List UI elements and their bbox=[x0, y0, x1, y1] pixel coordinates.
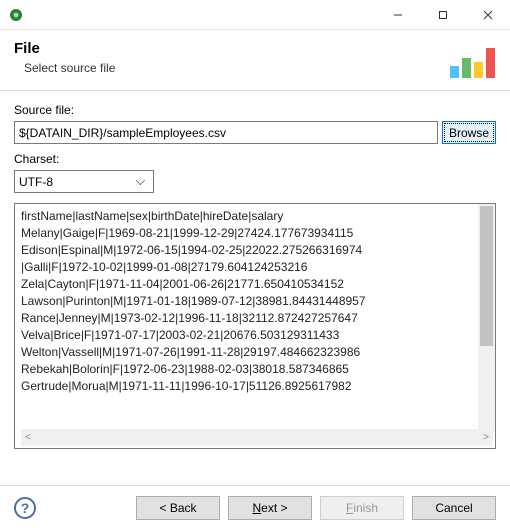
preview-line: Melany|Gaige|F|1969-08-21|1999-12-29|274… bbox=[21, 225, 493, 242]
close-button[interactable] bbox=[465, 0, 510, 29]
preview-line: Velva|Brice|F|1971-07-17|2003-02-21|2067… bbox=[21, 327, 493, 344]
source-file-label: Source file: bbox=[14, 103, 496, 117]
back-button[interactable]: < Back bbox=[136, 496, 220, 520]
preview-line: Gertrude|Morua|M|1971-11-11|1996-10-17|5… bbox=[21, 378, 493, 395]
preview-line: Edison|Espinal|M|1972-06-15|1994-02-25|2… bbox=[21, 242, 493, 259]
next-button[interactable]: Next > bbox=[228, 496, 312, 520]
wizard-header: File Select source file bbox=[0, 30, 510, 91]
source-file-input[interactable] bbox=[14, 121, 438, 144]
preview-line: Welton|Vassell|M|1971-07-26|1991-11-28|2… bbox=[21, 344, 493, 361]
charset-label: Charset: bbox=[14, 152, 496, 166]
help-icon[interactable]: ? bbox=[14, 497, 36, 519]
wizard-footer: ? < Back Next > Finish Cancel bbox=[0, 485, 510, 530]
file-preview: firstName|lastName|sex|birthDate|hireDat… bbox=[14, 203, 496, 449]
window-titlebar bbox=[0, 0, 510, 30]
page-title: File bbox=[14, 40, 115, 57]
vertical-scrollbar[interactable] bbox=[478, 204, 495, 431]
finish-button: Finish bbox=[320, 496, 404, 520]
page-subtitle: Select source file bbox=[24, 61, 115, 75]
preview-line: firstName|lastName|sex|birthDate|hireDat… bbox=[21, 208, 493, 225]
maximize-button[interactable] bbox=[420, 0, 465, 29]
charset-select[interactable]: UTF-8 bbox=[14, 170, 154, 193]
preview-line: Rance|Jenney|M|1973-02-12|1996-11-18|321… bbox=[21, 310, 493, 327]
preview-line: Lawson|Purinton|M|1971-01-18|1989-07-12|… bbox=[21, 293, 493, 310]
scroll-left-arrow[interactable]: < bbox=[25, 432, 31, 443]
preview-line: Zela|Cayton|F|1971-11-04|2001-06-26|2177… bbox=[21, 276, 493, 293]
chart-icon bbox=[448, 40, 496, 80]
horizontal-scrollbar[interactable]: < > bbox=[21, 429, 493, 446]
app-icon bbox=[8, 7, 24, 23]
browse-button[interactable]: Browse bbox=[442, 121, 496, 144]
preview-line: Rebekah|Bolorin|F|1972-06-23|1988-02-03|… bbox=[21, 361, 493, 378]
preview-line: |Galli|F|1972-10-02|1999-01-08|27179.604… bbox=[21, 259, 493, 276]
cancel-button[interactable]: Cancel bbox=[412, 496, 496, 520]
minimize-button[interactable] bbox=[375, 0, 420, 29]
file-preview-body[interactable]: firstName|lastName|sex|birthDate|hireDat… bbox=[21, 208, 493, 429]
scrollbar-thumb[interactable] bbox=[480, 206, 493, 346]
wizard-content: Source file: Browse Charset: UTF-8 first… bbox=[0, 91, 510, 457]
scroll-right-arrow[interactable]: > bbox=[483, 432, 489, 443]
